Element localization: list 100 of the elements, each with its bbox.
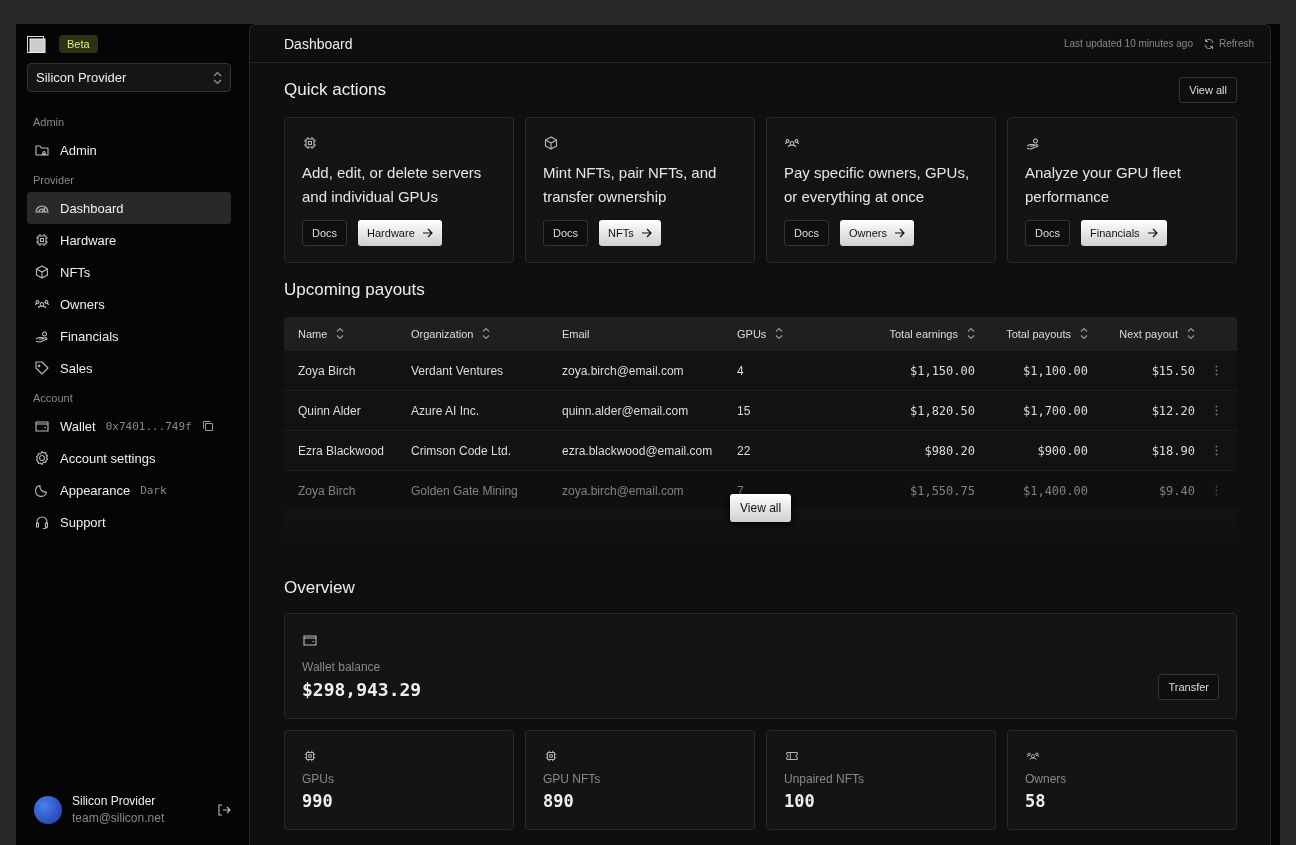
column-header[interactable]: Total payouts	[1006, 327, 1071, 340]
sort-icon[interactable]	[482, 327, 491, 340]
sort-icon[interactable]	[775, 327, 784, 340]
view-all-button[interactable]: View all	[730, 494, 792, 522]
stat-value: 58	[1025, 791, 1047, 811]
table-cell: Quinn Alder	[298, 403, 361, 418]
table-cell: Zoya Birch	[298, 483, 356, 498]
nav-value: 0x7401...749f	[105, 419, 192, 433]
docs-button[interactable]: Docs	[1025, 220, 1071, 246]
nav-item[interactable]: Support	[27, 506, 231, 538]
page-title: Dashboard	[284, 35, 354, 52]
organization-select[interactable]: Silicon Provider	[27, 63, 231, 92]
stat-value: 990	[302, 791, 334, 811]
moon-icon	[34, 482, 50, 498]
table-cell: Verdant Ventures	[411, 363, 504, 378]
column-header[interactable]: Name	[298, 327, 328, 340]
table-cell: $1,400.00	[1022, 483, 1088, 498]
nav-item[interactable]: Account settings	[27, 442, 231, 474]
nav-label: Dashboard	[60, 200, 124, 216]
sort-icon[interactable]	[1187, 327, 1195, 340]
column-header[interactable]: Next payout	[1119, 327, 1178, 340]
section-title: Quick actions	[284, 80, 387, 100]
folder-user-icon	[34, 142, 50, 158]
chip-icon	[302, 749, 318, 763]
action-button[interactable]: Financials	[1081, 220, 1167, 246]
nav-item[interactable]: Financials	[27, 320, 231, 352]
nav-item[interactable]: NFTs	[27, 256, 231, 288]
nav-item[interactable]: Dashboard	[27, 192, 231, 224]
action-button[interactable]: Owners	[840, 220, 914, 246]
more-icon[interactable]	[1214, 445, 1218, 456]
sort-icon[interactable]	[967, 327, 975, 340]
user-name: Silicon Provider	[72, 794, 157, 808]
chip-icon	[302, 135, 318, 151]
more-icon[interactable]	[1214, 405, 1218, 416]
arrow-right-icon	[893, 228, 905, 238]
docs-button[interactable]: Docs	[543, 220, 589, 246]
refresh-icon	[1203, 37, 1215, 50]
column-header[interactable]: GPUs	[737, 327, 767, 340]
table-cell: zoya.birch@email.com	[562, 363, 684, 378]
action-description: Pay specific owners, GPUs, or everything at once	[784, 163, 971, 207]
wallet-balance-value: $298,943.29	[302, 679, 422, 700]
refresh-button[interactable]: Refresh	[1203, 37, 1254, 50]
table-cell: $1,700.00	[1022, 403, 1088, 418]
table-cell: Ezra Blackwood	[298, 443, 385, 458]
action-button[interactable]: NFTs	[599, 220, 661, 246]
nav-label: Sales	[60, 360, 93, 376]
logout-icon[interactable]	[217, 802, 231, 817]
avatar	[34, 795, 62, 824]
table-cell: Azure AI Inc.	[411, 403, 480, 418]
section-title: Overview	[284, 578, 355, 598]
table-cell: $980.20	[924, 443, 975, 458]
sort-icon[interactable]	[1080, 327, 1088, 340]
column-header[interactable]: Organization	[411, 327, 474, 340]
wallet-icon	[34, 418, 50, 434]
nav-label: Appearance	[60, 482, 131, 498]
stat-label: GPU NFTs	[543, 772, 602, 786]
table-cell: zoya.birch@email.com	[562, 483, 684, 498]
view-all-button[interactable]: View all	[1179, 77, 1237, 103]
nav-item[interactable]: Sales	[27, 352, 231, 384]
table-cell: Crimson Code Ltd.	[411, 443, 512, 458]
action-description: Mint NFTs, pair NFTs, and transfer ownership	[543, 163, 718, 207]
nav-label: Owners	[60, 296, 105, 312]
nav-item[interactable]: Wallet 0x7401...749f	[27, 410, 231, 442]
stat-value: 890	[543, 791, 575, 811]
settings-icon	[34, 450, 50, 466]
column-header[interactable]: Email	[562, 327, 590, 340]
ticket-icon	[784, 749, 800, 763]
table-cell: ezra.blackwood@email.com	[562, 443, 713, 458]
chip-icon	[34, 232, 50, 248]
column-header[interactable]: Total earnings	[889, 327, 958, 340]
nav-item[interactable]: Owners	[27, 288, 231, 320]
cube-icon	[543, 135, 559, 151]
docs-button[interactable]: Docs	[302, 220, 348, 246]
arrow-right-icon	[421, 228, 433, 238]
action-description: Analyze your GPU fleet performance	[1025, 163, 1182, 207]
stat-label: Unpaired NFTs	[784, 772, 866, 786]
people-icon	[1025, 749, 1041, 763]
table-cell: $900.00	[1037, 443, 1088, 458]
nav-item[interactable]: Hardware	[27, 224, 231, 256]
table-cell: Golden Gate Mining	[411, 483, 518, 498]
nav-item[interactable]: Appearance Dark	[27, 474, 231, 506]
sort-icon[interactable]	[336, 327, 345, 340]
stat-label: GPUs	[302, 772, 335, 786]
nav-item[interactable]: Admin	[27, 134, 231, 166]
wallet-icon	[302, 632, 318, 648]
wallet-balance-label: Wallet balance	[302, 660, 382, 674]
copy-icon[interactable]	[201, 420, 214, 432]
arrow-right-icon	[1146, 228, 1158, 238]
more-icon[interactable]	[1214, 365, 1218, 376]
nav-label: Hardware	[60, 232, 117, 248]
table-cell: $12.20	[1151, 403, 1195, 418]
last-updated-text: Last updated 10 minutes ago	[1064, 38, 1193, 49]
table-cell: $15.50	[1151, 363, 1195, 378]
docs-button[interactable]: Docs	[784, 220, 830, 246]
transfer-button[interactable]: Transfer	[1158, 674, 1219, 700]
chip-icon	[543, 749, 559, 763]
table-cell: 4	[737, 363, 744, 378]
chevron-up-down-icon	[213, 70, 222, 85]
section-heading: Account	[32, 391, 74, 406]
action-button[interactable]: Hardware	[358, 220, 442, 246]
